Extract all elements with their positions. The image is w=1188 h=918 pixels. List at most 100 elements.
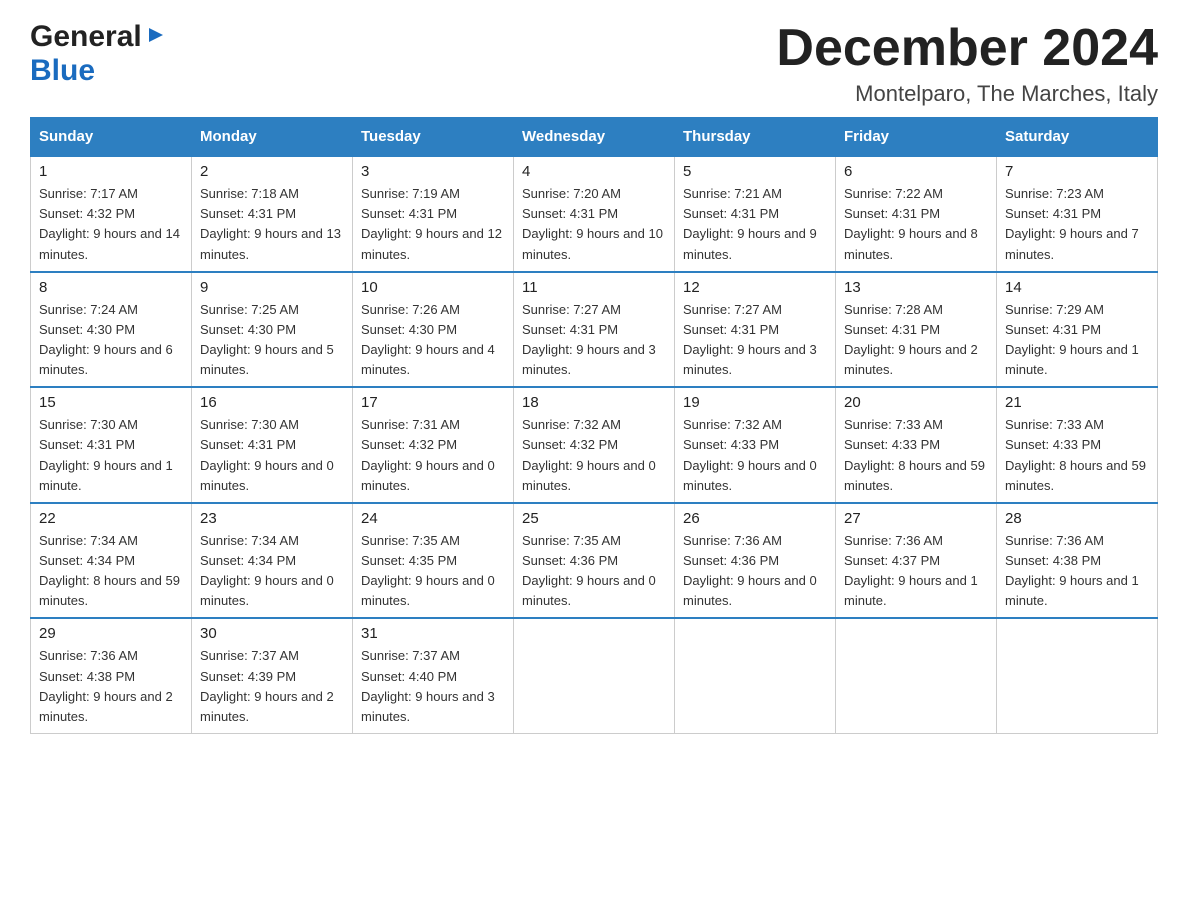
sunset-label: Sunset: 4:36 PM [522,553,618,568]
sunset-label: Sunset: 4:31 PM [683,206,779,221]
sun-info: Sunrise: 7:20 AM Sunset: 4:31 PM Dayligh… [522,184,666,265]
sunrise-label: Sunrise: 7:22 AM [844,186,943,201]
daylight-label: Daylight: 9 hours and 9 minutes. [683,226,817,261]
daylight-label: Daylight: 9 hours and 2 minutes. [844,342,978,377]
weekday-header: Monday [192,118,353,157]
daylight-label: Daylight: 8 hours and 59 minutes. [844,458,985,493]
logo-general-text: General [30,20,142,54]
weekday-header: Wednesday [514,118,675,157]
calendar-cell: 7 Sunrise: 7:23 AM Sunset: 4:31 PM Dayli… [997,156,1158,272]
sunrise-label: Sunrise: 7:24 AM [39,302,138,317]
day-number: 12 [683,279,827,296]
calendar-week-row: 1 Sunrise: 7:17 AM Sunset: 4:32 PM Dayli… [31,156,1158,272]
sun-info: Sunrise: 7:34 AM Sunset: 4:34 PM Dayligh… [39,531,183,612]
sunset-label: Sunset: 4:31 PM [522,322,618,337]
sunset-label: Sunset: 4:31 PM [683,322,779,337]
sunrise-label: Sunrise: 7:35 AM [361,533,460,548]
sunrise-label: Sunrise: 7:32 AM [522,417,621,432]
calendar-header-row: SundayMondayTuesdayWednesdayThursdayFrid… [31,118,1158,157]
calendar-cell [675,618,836,733]
calendar-cell: 5 Sunrise: 7:21 AM Sunset: 4:31 PM Dayli… [675,156,836,272]
sunset-label: Sunset: 4:32 PM [361,437,457,452]
calendar-cell: 26 Sunrise: 7:36 AM Sunset: 4:36 PM Dayl… [675,503,836,619]
sun-info: Sunrise: 7:27 AM Sunset: 4:31 PM Dayligh… [683,300,827,381]
sun-info: Sunrise: 7:28 AM Sunset: 4:31 PM Dayligh… [844,300,988,381]
sunrise-label: Sunrise: 7:33 AM [844,417,943,432]
day-number: 13 [844,279,988,296]
day-number: 15 [39,394,183,411]
calendar-cell: 20 Sunrise: 7:33 AM Sunset: 4:33 PM Dayl… [836,387,997,503]
sunrise-label: Sunrise: 7:27 AM [522,302,621,317]
calendar-cell: 14 Sunrise: 7:29 AM Sunset: 4:31 PM Dayl… [997,272,1158,388]
sun-info: Sunrise: 7:25 AM Sunset: 4:30 PM Dayligh… [200,300,344,381]
calendar-cell: 17 Sunrise: 7:31 AM Sunset: 4:32 PM Dayl… [353,387,514,503]
sunrise-label: Sunrise: 7:18 AM [200,186,299,201]
daylight-label: Daylight: 9 hours and 1 minute. [844,573,978,608]
calendar-cell: 29 Sunrise: 7:36 AM Sunset: 4:38 PM Dayl… [31,618,192,733]
sunset-label: Sunset: 4:31 PM [844,322,940,337]
daylight-label: Daylight: 9 hours and 4 minutes. [361,342,495,377]
calendar-cell: 10 Sunrise: 7:26 AM Sunset: 4:30 PM Dayl… [353,272,514,388]
day-number: 27 [844,510,988,527]
daylight-label: Daylight: 9 hours and 12 minutes. [361,226,502,261]
daylight-label: Daylight: 9 hours and 0 minutes. [683,458,817,493]
sun-info: Sunrise: 7:23 AM Sunset: 4:31 PM Dayligh… [1005,184,1149,265]
weekday-header: Tuesday [353,118,514,157]
calendar-cell: 13 Sunrise: 7:28 AM Sunset: 4:31 PM Dayl… [836,272,997,388]
daylight-label: Daylight: 9 hours and 10 minutes. [522,226,663,261]
sun-info: Sunrise: 7:29 AM Sunset: 4:31 PM Dayligh… [1005,300,1149,381]
page-header: General Blue December 2024 Montelparo, T… [30,20,1158,107]
sunrise-label: Sunrise: 7:23 AM [1005,186,1104,201]
day-number: 16 [200,394,344,411]
sunrise-label: Sunrise: 7:30 AM [39,417,138,432]
daylight-label: Daylight: 9 hours and 0 minutes. [683,573,817,608]
sun-info: Sunrise: 7:18 AM Sunset: 4:31 PM Dayligh… [200,184,344,265]
calendar-cell: 4 Sunrise: 7:20 AM Sunset: 4:31 PM Dayli… [514,156,675,272]
daylight-label: Daylight: 9 hours and 0 minutes. [522,458,656,493]
daylight-label: Daylight: 9 hours and 3 minutes. [683,342,817,377]
sunset-label: Sunset: 4:30 PM [39,322,135,337]
sunset-label: Sunset: 4:31 PM [844,206,940,221]
sunset-label: Sunset: 4:33 PM [1005,437,1101,452]
calendar-week-row: 8 Sunrise: 7:24 AM Sunset: 4:30 PM Dayli… [31,272,1158,388]
day-number: 10 [361,279,505,296]
daylight-label: Daylight: 9 hours and 0 minutes. [361,458,495,493]
day-number: 21 [1005,394,1149,411]
sun-info: Sunrise: 7:35 AM Sunset: 4:35 PM Dayligh… [361,531,505,612]
sun-info: Sunrise: 7:17 AM Sunset: 4:32 PM Dayligh… [39,184,183,265]
daylight-label: Daylight: 9 hours and 3 minutes. [361,689,495,724]
sun-info: Sunrise: 7:33 AM Sunset: 4:33 PM Dayligh… [1005,415,1149,496]
daylight-label: Daylight: 9 hours and 1 minute. [1005,573,1139,608]
sun-info: Sunrise: 7:36 AM Sunset: 4:38 PM Dayligh… [1005,531,1149,612]
calendar-cell: 31 Sunrise: 7:37 AM Sunset: 4:40 PM Dayl… [353,618,514,733]
day-number: 3 [361,163,505,180]
daylight-label: Daylight: 9 hours and 13 minutes. [200,226,341,261]
calendar-cell: 6 Sunrise: 7:22 AM Sunset: 4:31 PM Dayli… [836,156,997,272]
sunset-label: Sunset: 4:34 PM [39,553,135,568]
daylight-label: Daylight: 9 hours and 2 minutes. [39,689,173,724]
day-number: 11 [522,279,666,296]
sunset-label: Sunset: 4:31 PM [1005,322,1101,337]
calendar-week-row: 15 Sunrise: 7:30 AM Sunset: 4:31 PM Dayl… [31,387,1158,503]
sunset-label: Sunset: 4:31 PM [1005,206,1101,221]
sunset-label: Sunset: 4:38 PM [1005,553,1101,568]
sunset-label: Sunset: 4:37 PM [844,553,940,568]
title-block: December 2024 Montelparo, The Marches, I… [776,20,1158,107]
sunset-label: Sunset: 4:31 PM [361,206,457,221]
day-number: 30 [200,625,344,642]
day-number: 20 [844,394,988,411]
sunrise-label: Sunrise: 7:32 AM [683,417,782,432]
sunset-label: Sunset: 4:38 PM [39,669,135,684]
sunrise-label: Sunrise: 7:37 AM [200,648,299,663]
sunrise-label: Sunrise: 7:33 AM [1005,417,1104,432]
sunrise-label: Sunrise: 7:36 AM [1005,533,1104,548]
daylight-label: Daylight: 9 hours and 0 minutes. [200,458,334,493]
calendar-cell: 27 Sunrise: 7:36 AM Sunset: 4:37 PM Dayl… [836,503,997,619]
sunrise-label: Sunrise: 7:29 AM [1005,302,1104,317]
sunrise-label: Sunrise: 7:21 AM [683,186,782,201]
calendar-cell: 30 Sunrise: 7:37 AM Sunset: 4:39 PM Dayl… [192,618,353,733]
day-number: 5 [683,163,827,180]
calendar-cell: 23 Sunrise: 7:34 AM Sunset: 4:34 PM Dayl… [192,503,353,619]
sunset-label: Sunset: 4:35 PM [361,553,457,568]
daylight-label: Daylight: 9 hours and 1 minute. [1005,342,1139,377]
